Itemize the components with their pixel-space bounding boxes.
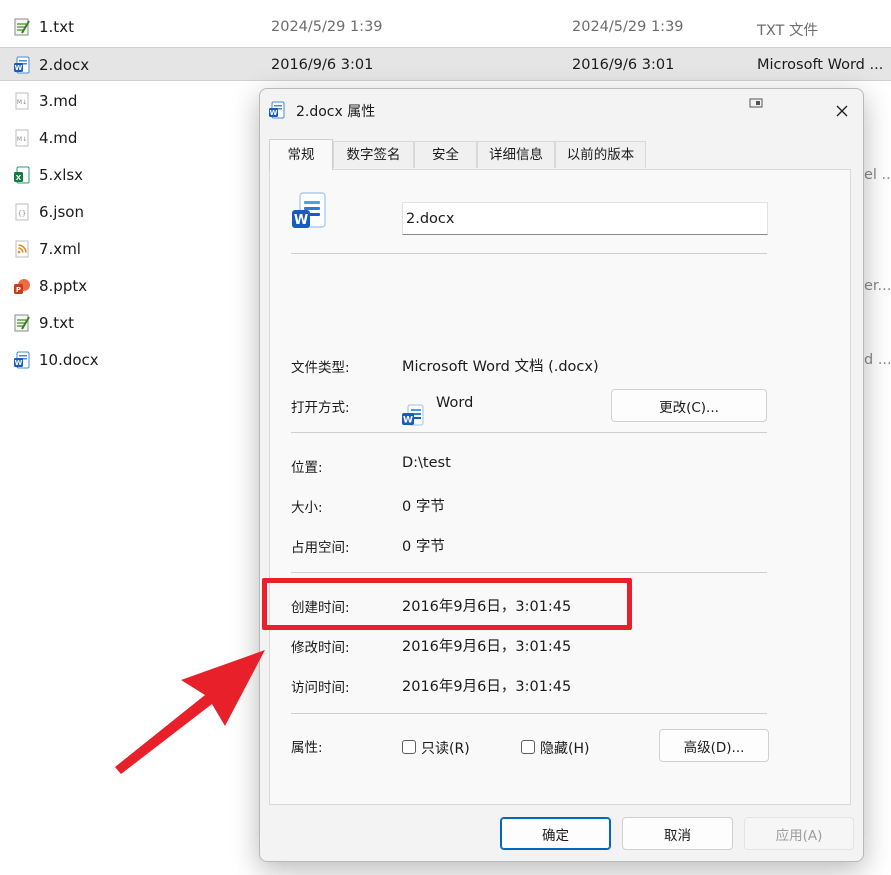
location-label: 位置: xyxy=(291,460,323,476)
svg-text:{}: {} xyxy=(18,210,26,218)
file-type-fragment: el ... xyxy=(864,167,891,183)
file-type-label: 文件类型: xyxy=(291,360,350,376)
svg-text:W: W xyxy=(15,64,23,72)
checkbox-box[interactable] xyxy=(402,740,416,754)
size-value: 0 字节 xyxy=(402,499,445,515)
modified-label: 修改时间: xyxy=(291,640,350,656)
svg-text:W: W xyxy=(15,359,23,367)
svg-text:P: P xyxy=(16,286,21,294)
opens-with-label: 打开方式: xyxy=(291,400,350,416)
svg-text:M↓: M↓ xyxy=(17,136,27,143)
pptx-file-icon: P xyxy=(14,279,30,294)
size-label: 大小: xyxy=(291,500,323,516)
divider xyxy=(291,713,767,714)
apply-button[interactable]: 应用(A) xyxy=(744,817,854,850)
svg-text:X: X xyxy=(16,174,22,182)
close-button[interactable] xyxy=(828,97,856,125)
checkbox-box[interactable] xyxy=(521,740,535,754)
file-name: 3.md xyxy=(39,92,78,110)
size-on-disk-label: 占用空间: xyxy=(291,540,350,556)
file-created: 2024/5/29 1:39 xyxy=(572,19,684,35)
file-created: 2016/9/6 3:01 xyxy=(572,57,675,73)
word-document-icon: W xyxy=(269,101,285,119)
divider xyxy=(291,253,767,254)
change-button[interactable]: 更改(C)... xyxy=(611,389,767,422)
file-row-1-txt[interactable]: 1.txt 2024/5/29 1:39 2024/5/29 1:39 TXT … xyxy=(0,10,891,44)
svg-text:M↓: M↓ xyxy=(17,99,27,106)
tab-general[interactable]: 常规 xyxy=(269,139,333,170)
json-file-icon: {} xyxy=(15,203,29,221)
file-name: 2.docx xyxy=(39,56,90,74)
xlsx-file-icon: X xyxy=(14,166,30,184)
location-value: D:\test xyxy=(402,455,451,471)
size-on-disk-value: 0 字节 xyxy=(402,539,445,555)
cancel-button[interactable]: 取消 xyxy=(622,817,733,850)
svg-text:W: W xyxy=(294,213,308,228)
file-name: 6.json xyxy=(39,203,84,221)
advanced-button[interactable]: 高级(D)... xyxy=(659,729,769,762)
docx-file-icon: W xyxy=(14,351,30,369)
accessed-label: 访问时间: xyxy=(291,680,350,696)
file-modified: 2024/5/29 1:39 xyxy=(271,19,383,35)
annotation-highlight-box xyxy=(262,578,632,630)
hidden-label: 隐藏(H) xyxy=(540,741,590,757)
word-document-large-icon: W xyxy=(292,192,326,228)
attributes-label: 属性: xyxy=(291,740,323,756)
txt-file-icon xyxy=(14,18,30,36)
file-type: Microsoft Word ... xyxy=(757,57,884,73)
file-type: TXT 文件 xyxy=(757,23,819,39)
readonly-checkbox[interactable]: 只读(R) xyxy=(402,738,482,758)
svg-text:W: W xyxy=(403,416,413,426)
file-name: 7.xml xyxy=(39,240,81,258)
file-name: 10.docx xyxy=(39,351,99,369)
file-row-2-docx[interactable]: W 2.docx 2016/9/6 3:01 2016/9/6 3:01 Mic… xyxy=(0,47,891,81)
annotation-arrow-icon xyxy=(115,650,265,774)
file-type-fragment: d ... xyxy=(864,352,891,368)
file-type-value: Microsoft Word 文档 (.docx) xyxy=(402,359,599,375)
tab-digital-signatures[interactable]: 数字签名 xyxy=(333,141,414,168)
txt-file-icon xyxy=(14,314,30,332)
divider xyxy=(291,432,767,433)
divider xyxy=(291,572,767,573)
file-name-field[interactable] xyxy=(402,202,768,235)
md-file-icon: M↓ xyxy=(15,92,29,110)
hidden-checkbox[interactable]: 隐藏(H) xyxy=(521,738,601,758)
general-panel: W 文件类型: Microsoft Word 文档 (.docx) 打开方式: … xyxy=(269,169,851,805)
md-file-icon: M↓ xyxy=(15,129,29,147)
readonly-label: 只读(R) xyxy=(421,741,470,757)
file-name: 8.pptx xyxy=(39,277,88,295)
tab-security[interactable]: 安全 xyxy=(414,141,477,168)
properties-dialog: W 2.docx 属性 常规 数字签名 安全 详细信息 以前的版本 W 文件类型… xyxy=(259,88,864,862)
tab-previous-versions[interactable]: 以前的版本 xyxy=(555,141,646,168)
docx-file-icon: W xyxy=(14,56,30,74)
file-name: 1.txt xyxy=(39,18,74,36)
file-modified: 2016/9/6 3:01 xyxy=(271,57,374,73)
pin-icon[interactable] xyxy=(749,98,763,108)
dialog-title: 2.docx 属性 xyxy=(296,104,376,120)
modified-value: 2016年9月6日，3:01:45 xyxy=(402,639,572,655)
ok-button[interactable]: 确定 xyxy=(500,817,611,850)
word-app-icon: W xyxy=(402,404,424,426)
xml-file-icon xyxy=(15,240,29,258)
svg-text:W: W xyxy=(270,109,278,117)
opens-with-value: Word xyxy=(436,395,474,411)
accessed-value: 2016年9月6日，3:01:45 xyxy=(402,679,572,695)
file-type-fragment: er... xyxy=(864,278,891,294)
file-name: 5.xlsx xyxy=(39,166,84,184)
file-name: 4.md xyxy=(39,129,78,147)
tab-details[interactable]: 详细信息 xyxy=(477,141,555,168)
file-name: 9.txt xyxy=(39,314,74,332)
